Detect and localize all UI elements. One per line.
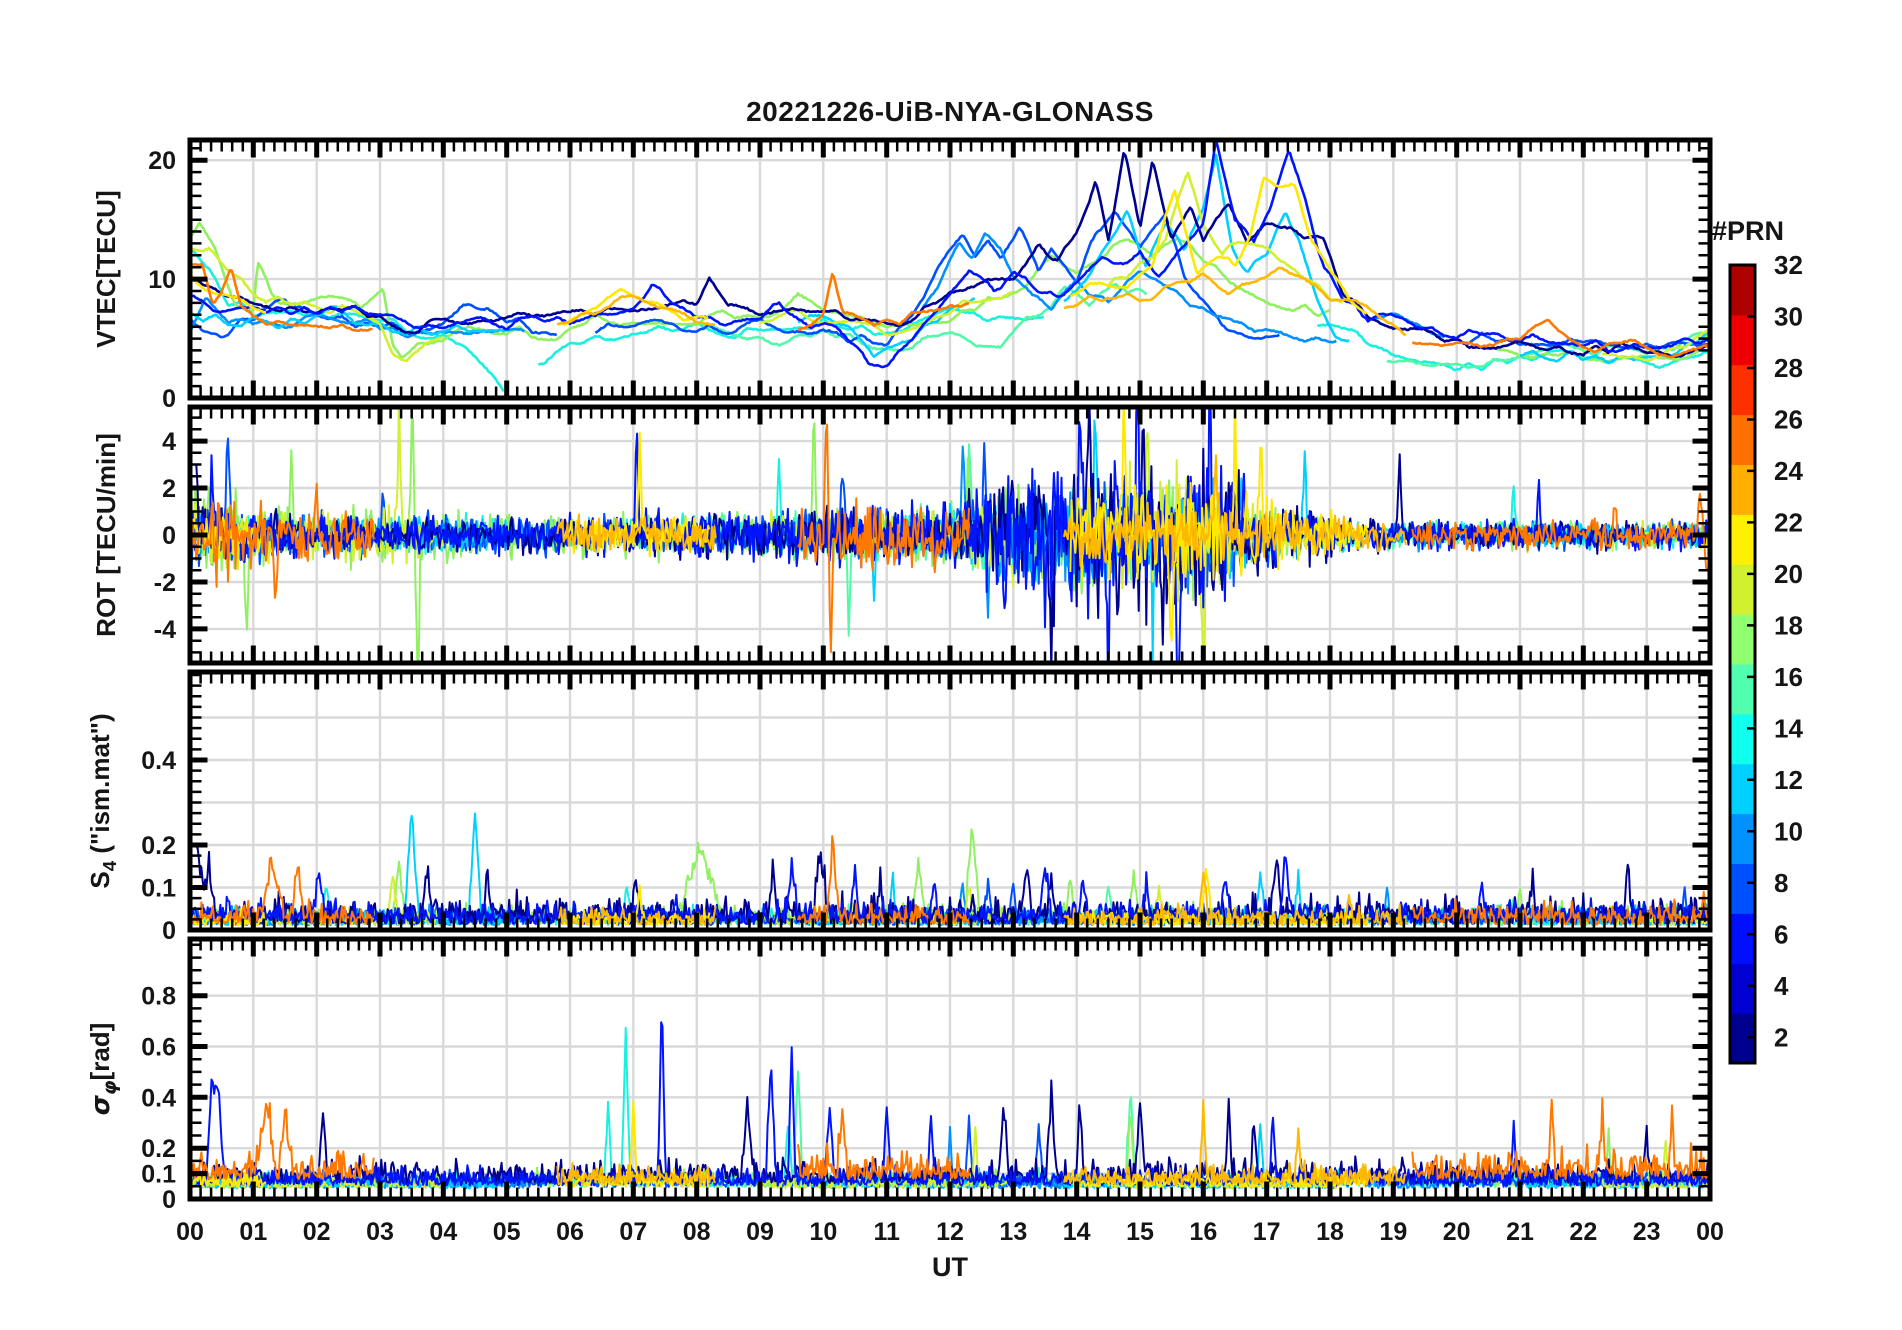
ytick-label-sigma_phi: 0.6 — [141, 1034, 176, 1062]
colorbar-tick-label: 30 — [1774, 301, 1803, 331]
panel-s4: 0 0.1 0.2 0.4 — [141, 669, 1713, 945]
xtick-label: 17 — [1253, 1218, 1281, 1246]
colorbar-tick-label: 22 — [1774, 507, 1803, 537]
ytick-label-sigma_phi: 0.8 — [141, 983, 176, 1011]
colorbar-tick-label: 32 — [1774, 250, 1803, 280]
xtick-label: 22 — [1569, 1218, 1597, 1246]
xtick-label: 12 — [936, 1218, 964, 1246]
xtick-label: 18 — [1316, 1218, 1344, 1246]
ytick-label-rot: 2 — [162, 475, 176, 503]
ytick-label-s4: 0.1 — [141, 874, 176, 902]
xtick-label: 08 — [683, 1218, 711, 1246]
colorbar-block — [1730, 614, 1755, 665]
xtick-label: 03 — [366, 1218, 394, 1246]
colorbar-block — [1730, 863, 1755, 914]
panel-rot: -4 -2 0 2 4 — [154, 404, 1713, 666]
ytick-label-sigma_phi: 0.2 — [141, 1135, 176, 1163]
xtick-label: 07 — [619, 1218, 647, 1246]
ytick-label-s4: 0.4 — [141, 747, 176, 775]
colorbar-block — [1730, 265, 1755, 316]
xtick-label: 20 — [1443, 1218, 1471, 1246]
ytick-label-s4: 0 — [162, 917, 176, 945]
series-prn-2 — [195, 1079, 1708, 1185]
colorbar-tick-label: 14 — [1774, 713, 1803, 743]
colorbar-block — [1730, 364, 1755, 416]
colorbar-tick-label: 18 — [1774, 610, 1803, 640]
xtick-label: 15 — [1126, 1218, 1154, 1246]
xtick-label: 10 — [809, 1218, 837, 1246]
xtick-label: 19 — [1379, 1218, 1407, 1246]
colorbar-tick-label: 24 — [1774, 456, 1803, 486]
ytick-label-rot: -2 — [154, 569, 176, 597]
colorbar-tick-label: 28 — [1774, 353, 1803, 383]
colorbar-tick-label: 12 — [1774, 765, 1803, 795]
xtick-label: 21 — [1506, 1218, 1534, 1246]
ytick-label-rot: 4 — [162, 428, 176, 456]
panel-vtec: 0 10 20 — [148, 137, 1713, 413]
colorbar-block — [1730, 813, 1755, 864]
colorbar-block — [1730, 763, 1755, 815]
ytick-label-vtec: 0 — [162, 385, 176, 413]
xtick-label: 00 — [176, 1218, 204, 1246]
ytick-label-sigma_phi: 0 — [162, 1186, 176, 1214]
colorbar: 2468101214161820222426283032 — [1728, 250, 1803, 1065]
colorbar-tick-label: 20 — [1774, 559, 1803, 589]
ytick-label-sigma_phi: 0.4 — [141, 1084, 176, 1112]
xtick-label: 13 — [999, 1218, 1027, 1246]
xtick-label: 00 — [1696, 1218, 1724, 1246]
colorbar-block — [1730, 414, 1755, 465]
xtick-labels: 00 01 02 03 04 05 06 07 08 09 10 11 12 13 14 15 16 17 18 19… — [176, 1218, 1724, 1246]
xtick-label: 05 — [493, 1218, 521, 1246]
colorbar-tick-label: 26 — [1774, 404, 1803, 434]
ytick-label-vtec: 10 — [148, 266, 176, 294]
xlabel-ut: UT — [932, 1252, 968, 1282]
xtick-label: 23 — [1633, 1218, 1661, 1246]
ytick-label-vtec: 20 — [148, 147, 176, 175]
colorbar-label: #PRN — [1712, 216, 1785, 246]
colorbar-tick-label: 4 — [1774, 971, 1789, 1001]
xtick-label: 02 — [303, 1218, 331, 1246]
chart-canvas: 01020-4-202400.10.20.400.10.20.40.60.800… — [141, 137, 1803, 1246]
xtick-label: 09 — [746, 1218, 774, 1246]
colorbar-tick-label: 2 — [1774, 1022, 1788, 1052]
xtick-label: 14 — [1063, 1218, 1091, 1246]
xtick-label: 01 — [239, 1218, 267, 1246]
xtick-label: 11 — [873, 1218, 900, 1246]
xtick-label: 04 — [429, 1218, 457, 1246]
ytick-label-rot: -4 — [154, 616, 176, 644]
xtick-label: 16 — [1189, 1218, 1217, 1246]
ytick-label-s4: 0.2 — [141, 832, 176, 860]
colorbar-block — [1730, 713, 1755, 765]
colorbar-block — [1730, 564, 1755, 615]
colorbar-tick-label: 10 — [1774, 816, 1803, 846]
xtick-label: 06 — [556, 1218, 584, 1246]
ytick-label-sigma_phi: 0.1 — [141, 1161, 176, 1189]
colorbar-block — [1730, 913, 1755, 964]
colorbar-tick-label: 8 — [1774, 868, 1788, 898]
colorbar-block — [1730, 963, 1755, 1014]
colorbar-block — [1730, 314, 1755, 366]
colorbar-block — [1730, 664, 1755, 715]
figure: 20221226-UiB-NYA-GLONASS 0 10 20 -4 -2 0 2 4 0 0.… — [0, 0, 1902, 1330]
ytick-label-rot: 0 — [162, 522, 176, 550]
panel-sigma_phi: 00.10.2 0.4 0.6 0.8 — [141, 936, 1713, 1214]
colorbar-tick-label: 6 — [1774, 919, 1788, 949]
colorbar-tick-label: 16 — [1774, 662, 1803, 692]
